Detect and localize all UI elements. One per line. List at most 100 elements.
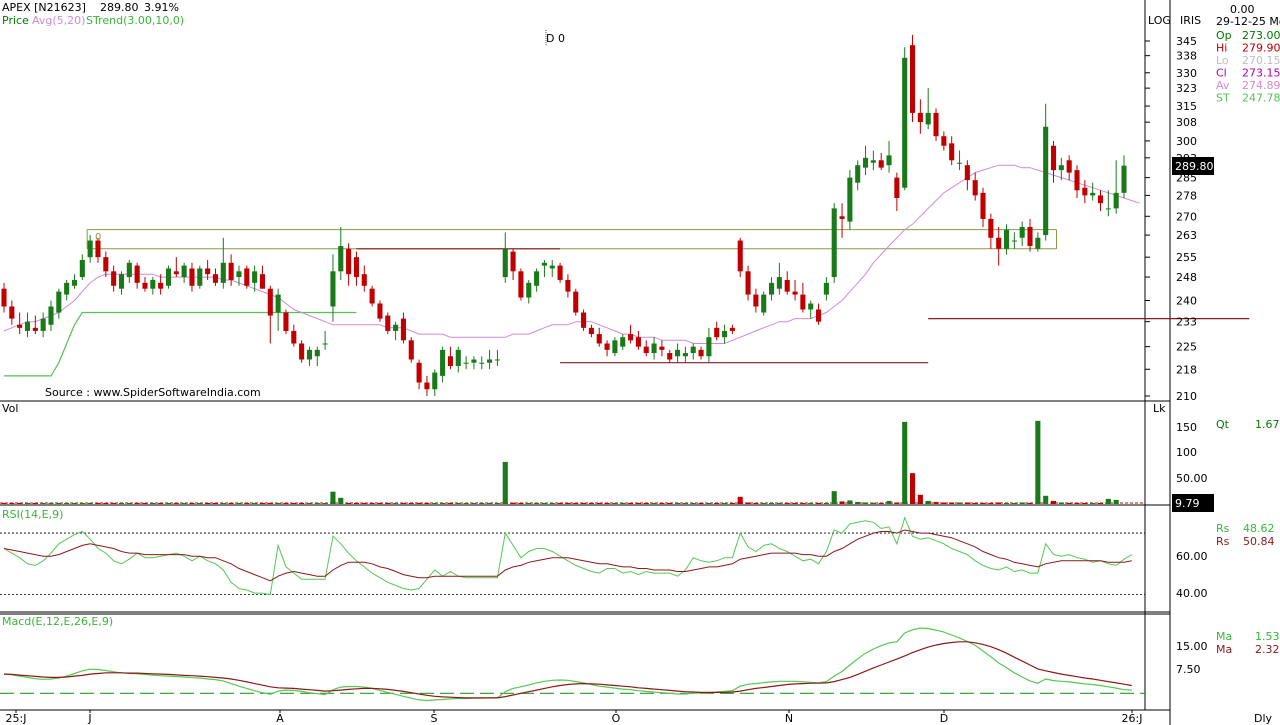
volume-bar	[628, 503, 634, 504]
candle	[393, 321, 399, 341]
volume-bar	[1090, 503, 1096, 504]
candle-body	[64, 282, 70, 295]
price-tick-label: 210	[1176, 390, 1197, 403]
volume-bar	[753, 503, 759, 504]
rsi-lines	[0, 516, 1145, 596]
volume-bar	[792, 503, 798, 504]
volume-bar	[385, 503, 391, 504]
rsi-tick-40: 40.00	[1176, 587, 1208, 600]
candle	[612, 337, 618, 357]
price-tick-label: 233	[1176, 316, 1197, 329]
volume-bar	[933, 501, 939, 504]
volume-bar	[64, 503, 70, 504]
price-tick-label: 240	[1176, 295, 1197, 308]
header-avg-label: Avg(5,20)	[32, 14, 85, 27]
vol-tick-50: 50.00	[1176, 472, 1208, 485]
volume-bar	[353, 503, 359, 504]
candle	[831, 203, 837, 283]
x-tick-label: 25:J	[6, 712, 27, 725]
candle	[604, 340, 610, 357]
candle-body	[518, 271, 524, 298]
volume-bar	[111, 503, 117, 504]
volume-bar	[134, 503, 140, 504]
candle	[471, 356, 477, 370]
iris-label[interactable]: IRIS	[1180, 14, 1201, 27]
candle	[424, 375, 430, 396]
candle	[79, 254, 85, 280]
candle-body	[181, 265, 187, 278]
candle	[980, 187, 986, 227]
volume-bar	[306, 503, 312, 504]
candle	[526, 279, 532, 304]
rsi-label: RSI(14,E,9)	[2, 508, 63, 521]
volume-bar	[1043, 495, 1049, 504]
candle-body	[212, 274, 219, 283]
price-tick-label: 315	[1176, 100, 1197, 113]
volume-bar	[118, 503, 125, 504]
candle	[635, 330, 641, 350]
candle-body	[698, 349, 704, 357]
volume-bar	[800, 503, 806, 504]
header-symbol: APEX [N21623]	[2, 1, 86, 14]
candle	[353, 251, 359, 286]
volume-bar	[714, 503, 720, 504]
candle	[1043, 103, 1049, 241]
rs2-value: 50.84	[1243, 535, 1275, 548]
candle	[40, 312, 46, 338]
volume-bar	[369, 503, 375, 504]
volume-bar	[541, 503, 547, 504]
candle	[267, 285, 273, 344]
volume-bar	[283, 503, 289, 504]
info-row-value: 270.15	[1242, 54, 1280, 67]
candle	[1105, 190, 1111, 217]
log-label[interactable]: LOG	[1148, 14, 1171, 27]
candle-body	[902, 57, 908, 188]
volume-bar	[667, 503, 673, 504]
price-tick-label: 218	[1176, 363, 1197, 376]
candle-body	[847, 177, 853, 222]
price-tick-label: 308	[1176, 116, 1197, 129]
volume-bar	[659, 503, 665, 504]
candle-body	[816, 309, 822, 322]
volume-bar	[1097, 503, 1104, 504]
x-axis-periodicity[interactable]: Dly	[1254, 712, 1273, 725]
candle-body	[557, 265, 563, 280]
info-row-label: Hi	[1216, 42, 1227, 55]
candle-body	[291, 330, 297, 344]
header-last: 289.80	[100, 1, 139, 14]
price-tick-label: 323	[1176, 82, 1197, 95]
candle-body	[690, 346, 696, 354]
candle-body	[134, 265, 140, 283]
volume-bar	[165, 503, 172, 504]
volume-bar	[557, 503, 563, 504]
candle	[620, 334, 626, 350]
volume-bar	[400, 503, 406, 504]
volume-bar	[487, 503, 493, 504]
candle	[651, 337, 657, 360]
volume-bar	[1035, 420, 1041, 504]
candle-body	[236, 271, 242, 278]
source-label: Source : www.SpiderSoftwareIndia.com	[45, 386, 261, 399]
candle	[909, 34, 916, 123]
candle	[784, 271, 790, 295]
candle	[996, 226, 1002, 266]
volume-bar	[252, 503, 258, 504]
candle	[150, 277, 156, 295]
header-strend-label: STrend(3.00,10,0)	[86, 14, 184, 27]
volume-bar	[917, 494, 923, 504]
info-rows: Op 273.00 Hi 279.90 Lo 270.15 Cl 273.15 Av 274.89…	[1216, 29, 1280, 105]
info-date: 29-12-25 Mo	[1216, 15, 1280, 28]
volume-bar	[988, 502, 994, 504]
volume-bar	[737, 496, 743, 504]
candle	[447, 346, 453, 370]
candle	[862, 145, 869, 176]
vol-unit: Lk	[1153, 402, 1166, 415]
candle-body	[839, 216, 845, 219]
candle-body	[1003, 229, 1010, 249]
candle	[181, 262, 187, 283]
volume-bar	[902, 421, 908, 504]
rs1-label: Rs	[1216, 522, 1230, 535]
candle-body	[1011, 240, 1017, 242]
x-tick-label: D	[940, 712, 948, 725]
volume-bar	[71, 503, 78, 504]
